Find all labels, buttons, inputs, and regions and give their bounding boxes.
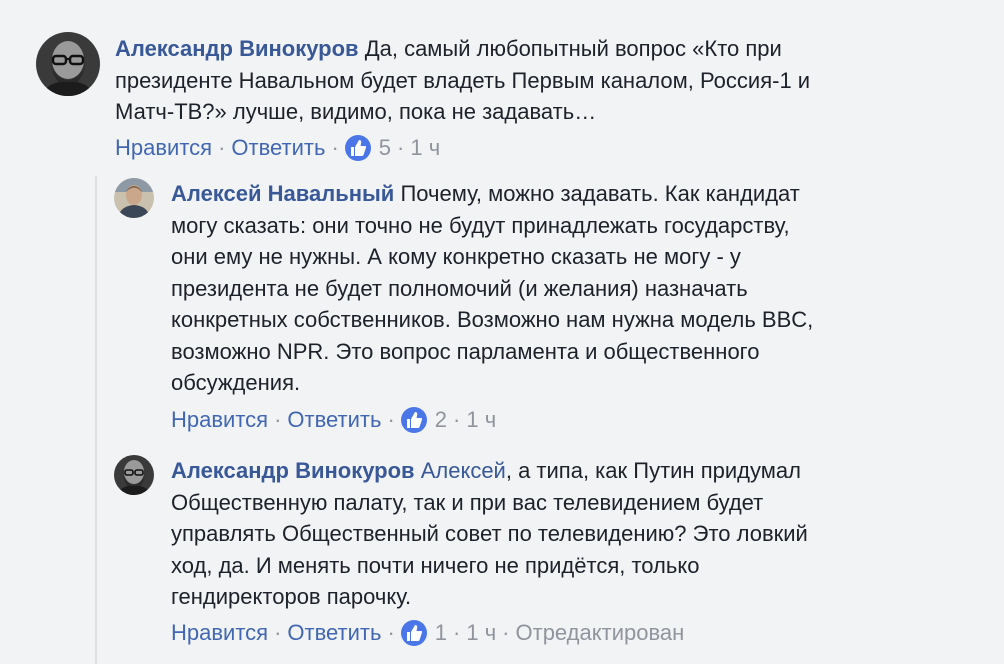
avatar[interactable] [114,178,154,218]
comment-line: возможно NPR. Это вопрос парламента и об… [171,338,760,364]
separator-dot: · [453,620,461,645]
like-button[interactable]: Нравится [171,407,268,433]
edited-label[interactable]: Отредактирован [516,620,685,646]
comment-text: Александр Винокуров Алексей, а типа, как… [171,455,991,613]
reply-button[interactable]: Ответить [231,135,325,161]
comment-timestamp[interactable]: 1 ч [410,135,440,161]
like-button[interactable]: Нравится [115,135,212,161]
comment-line: Да, самый любопытный вопрос «Кто при [364,36,782,61]
comment-author-link[interactable]: Алексей Навальный [171,181,394,206]
comment-author-link[interactable]: Александр Винокуров [115,36,359,61]
comment-actions: Нравится · Ответить · 2 · 1 ч [171,407,496,433]
comment-line: гендиректоров парочку. [171,584,412,609]
separator-dot: · [387,620,395,645]
avatar[interactable] [114,455,154,495]
separator-dot: · [331,135,339,160]
comment-line: , а типа, как Путин придумал [505,458,801,483]
comment-line: президента не будет полномочий (и желани… [171,275,748,301]
avatar[interactable] [36,32,100,96]
avatar-image [114,455,154,495]
comment-line: могу сказать: они точно не будут принадл… [171,212,790,238]
thumbs-up-icon[interactable] [400,620,427,646]
comment-line: управлять Общественный совет по телевиде… [171,521,808,546]
comment-author-link[interactable]: Александр Винокуров [171,458,415,483]
comment-line: обсуждения. [171,370,301,395]
thumbs-up-icon[interactable] [400,407,427,433]
mention-link[interactable]: Алексей [421,458,506,483]
comment-line: Матч-ТВ?» лучше, видимо, пока не задават… [115,99,597,124]
reply-button[interactable]: Ответить [287,620,381,646]
separator-dot: · [387,407,395,432]
like-count[interactable]: 5 [379,135,391,161]
comment-timestamp[interactable]: 1 ч [466,620,496,646]
separator-dot: · [502,620,510,645]
separator-dot: · [397,135,405,160]
like-button[interactable]: Нравится [171,620,268,646]
separator-dot: · [453,407,461,432]
comment-text: Александр Винокуров Да, самый любопытный… [115,33,995,128]
comment-timestamp[interactable]: 1 ч [466,407,496,433]
comment-line: Почему, можно задавать. Как кандидат [400,181,800,206]
comment-line: конкретных собственников. Возможно нам н… [171,307,814,332]
reply-button[interactable]: Ответить [287,407,381,433]
comment-text: Алексей Навальный Почему, можно задавать… [171,178,991,399]
comment-actions: Нравится · Ответить · 1 · 1 ч · Отредакт… [171,620,684,646]
reply-thread-line [95,176,97,664]
separator-dot: · [274,620,282,645]
comment-line: ход, да. И менять почти ничего не придёт… [171,552,700,578]
comment-line: они ему не нужны. А кому конкретно сказа… [171,244,741,269]
thumbs-up-icon[interactable] [344,135,371,161]
avatar-image [114,178,154,218]
comment-actions: Нравится · Ответить · 5 · 1 ч [115,135,440,161]
separator-dot: · [274,407,282,432]
like-count[interactable]: 2 [435,407,447,433]
like-count[interactable]: 1 [435,620,447,646]
comment-line: Общественную палату, так и при вас телев… [171,489,764,515]
avatar-image [36,32,100,96]
separator-dot: · [218,135,226,160]
comment-line: президенте Навальном будет владеть Первы… [115,67,811,93]
